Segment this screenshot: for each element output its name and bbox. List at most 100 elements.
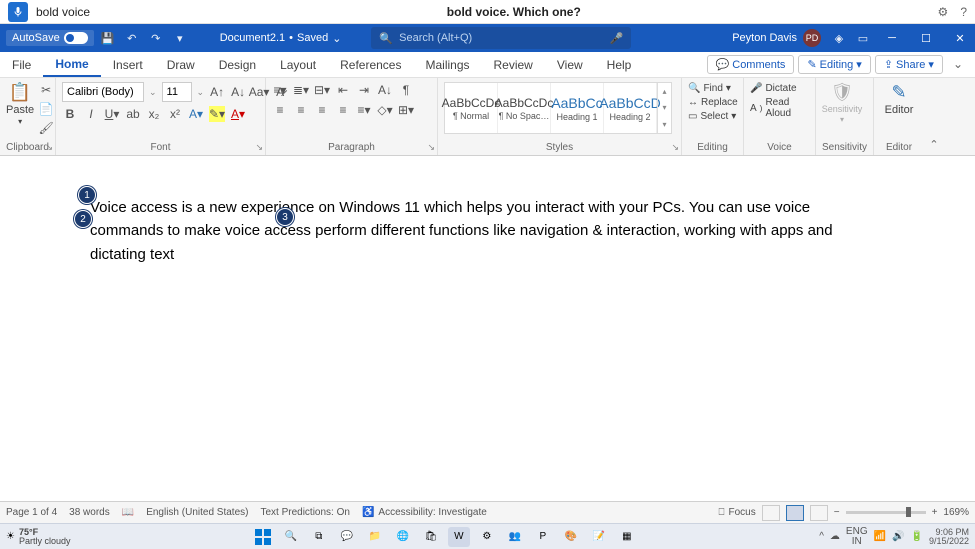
explorer-icon[interactable]: 📁 <box>364 527 386 547</box>
paragraph-dialog-launcher[interactable]: ↘ <box>427 142 435 153</box>
cut-icon[interactable]: ✂ <box>38 82 54 98</box>
tab-help[interactable]: Help <box>595 52 644 77</box>
tab-review[interactable]: Review <box>482 52 545 77</box>
paint-icon[interactable]: 🎨 <box>560 527 582 547</box>
style-normal[interactable]: AaBbCcDc¶ Normal <box>445 83 498 133</box>
document-canvas[interactable]: 1 2 3 Voice access is a new experience o… <box>0 156 975 501</box>
tab-references[interactable]: References <box>328 52 413 77</box>
ribbon-collapse-chevron[interactable]: ⌃ <box>924 78 944 155</box>
replace-button[interactable]: ↔ Replace <box>688 96 738 109</box>
weather-icon[interactable]: ☀ <box>6 531 15 542</box>
tab-draw[interactable]: Draw <box>155 52 207 77</box>
disambiguation-badge-3[interactable]: 3 <box>276 208 294 226</box>
subscript-icon[interactable]: x₂ <box>146 106 162 122</box>
bullets-icon[interactable]: ≡▾ <box>272 82 288 98</box>
align-left-icon[interactable]: ≡ <box>272 102 288 118</box>
qat-more-icon[interactable]: ▾ <box>170 28 190 48</box>
start-button[interactable] <box>252 527 274 547</box>
disambiguation-badge-1[interactable]: 1 <box>78 186 96 204</box>
status-language[interactable]: English (United States) <box>146 507 248 518</box>
clock[interactable]: 9:06 PM 9/15/2022 <box>929 528 969 546</box>
tab-design[interactable]: Design <box>207 52 268 77</box>
language-indicator[interactable]: ENGIN <box>846 527 868 547</box>
comments-button[interactable]: 💬 Comments <box>707 55 795 74</box>
multilevel-icon[interactable]: ⊟▾ <box>314 82 330 98</box>
chat-icon[interactable]: 💬 <box>336 527 358 547</box>
autosave-switch[interactable] <box>64 32 88 44</box>
underline-icon[interactable]: U▾ <box>104 106 120 122</box>
show-marks-icon[interactable]: ¶ <box>398 82 414 98</box>
zoom-out-icon[interactable]: − <box>834 507 840 518</box>
tab-home[interactable]: Home <box>43 52 100 77</box>
justify-icon[interactable]: ≡ <box>335 102 351 118</box>
undo-icon[interactable]: ↶ <box>122 28 142 48</box>
numbering-icon[interactable]: ≣▾ <box>293 82 309 98</box>
strike-icon[interactable]: ab <box>125 106 141 122</box>
status-predictions[interactable]: Text Predictions: On <box>260 507 349 518</box>
increase-indent-icon[interactable]: ⇥ <box>356 82 372 98</box>
search-input[interactable]: 🔍 Search (Alt+Q) 🎤 <box>371 27 631 49</box>
search-task-icon[interactable]: 🔍 <box>280 527 302 547</box>
style-no-spacing[interactable]: AaBbCcDc¶ No Spac… <box>498 83 551 133</box>
zoom-level[interactable]: 169% <box>943 507 969 518</box>
font-dialog-launcher[interactable]: ↘ <box>255 142 263 153</box>
autosave-toggle[interactable]: AutoSave <box>6 30 94 46</box>
word-icon[interactable]: W <box>448 527 470 547</box>
status-page[interactable]: Page 1 of 4 <box>6 507 57 518</box>
styles-expand[interactable]: ▴▾▾ <box>657 83 671 133</box>
document-paragraph[interactable]: Voice access is a new experience on Wind… <box>90 196 885 266</box>
view-print-icon[interactable] <box>786 505 804 521</box>
collapse-ribbon-icon[interactable]: ⌄ <box>947 55 969 74</box>
minimize-button[interactable]: ─ <box>877 24 907 52</box>
status-accessibility[interactable]: ♿ Accessibility: Investigate <box>362 507 487 518</box>
editor-button[interactable]: ✎ Editor <box>880 82 918 116</box>
align-right-icon[interactable]: ≡ <box>314 102 330 118</box>
superscript-icon[interactable]: x² <box>167 106 183 122</box>
voice-settings-icon[interactable]: ⚙ <box>938 5 949 19</box>
disambiguation-badge-2[interactable]: 2 <box>74 210 92 228</box>
select-button[interactable]: ▭ Select ▾ <box>688 110 738 123</box>
powerpoint-icon[interactable]: P <box>532 527 554 547</box>
volume-icon[interactable]: 🔊 <box>892 531 904 542</box>
tray-chevron-icon[interactable]: ^ <box>819 531 824 542</box>
status-words[interactable]: 38 words <box>69 507 110 518</box>
decrease-indent-icon[interactable]: ⇤ <box>335 82 351 98</box>
font-family-select[interactable] <box>62 82 144 102</box>
redo-icon[interactable]: ↷ <box>146 28 166 48</box>
style-heading2[interactable]: AaBbCcDHeading 2 <box>604 83 657 133</box>
app-mode-icon[interactable]: ▭ <box>853 28 873 48</box>
paste-button[interactable]: 📋 Paste ▾ <box>6 82 34 126</box>
italic-icon[interactable]: I <box>83 106 99 122</box>
styles-dialog-launcher[interactable]: ↘ <box>671 142 679 153</box>
task-view-icon[interactable]: ⧉ <box>308 527 330 547</box>
store-icon[interactable]: 🛍 <box>420 527 442 547</box>
grow-font-icon[interactable]: A↑ <box>209 84 225 100</box>
maximize-button[interactable]: ☐ <box>911 24 941 52</box>
font-color-icon[interactable]: A▾ <box>230 106 246 122</box>
voice-mic-icon[interactable] <box>8 2 28 22</box>
share-button[interactable]: ⇪ Share ▾ <box>875 55 943 74</box>
style-heading1[interactable]: AaBbCcHeading 1 <box>551 83 604 133</box>
styles-gallery[interactable]: AaBbCcDc¶ Normal AaBbCcDc¶ No Spac… AaBb… <box>444 82 672 134</box>
diamond-icon[interactable]: ◈ <box>829 28 849 48</box>
tab-view[interactable]: View <box>545 52 595 77</box>
shrink-font-icon[interactable]: A↓ <box>230 84 246 100</box>
read-aloud-button[interactable]: A) Read Aloud <box>750 96 809 120</box>
voice-help-icon[interactable]: ? <box>960 5 967 19</box>
weather-widget[interactable]: 75°F Partly cloudy <box>19 528 71 546</box>
tab-file[interactable]: File <box>0 52 43 77</box>
status-spellcheck-icon[interactable]: 📖 <box>122 507 134 518</box>
view-read-icon[interactable] <box>762 505 780 521</box>
change-case-icon[interactable]: Aa▾ <box>251 84 267 100</box>
settings-task-icon[interactable]: ⚙ <box>476 527 498 547</box>
tab-layout[interactable]: Layout <box>268 52 328 77</box>
text-effects-icon[interactable]: A▾ <box>188 106 204 122</box>
bold-icon[interactable]: B <box>62 106 78 122</box>
copy-icon[interactable]: 📄 <box>38 101 54 117</box>
clipboard-dialog-launcher[interactable]: ↘ <box>45 142 53 153</box>
dictate-button[interactable]: 🎤 Dictate <box>750 82 809 95</box>
zoom-in-icon[interactable]: + <box>932 507 938 518</box>
view-web-icon[interactable] <box>810 505 828 521</box>
search-mic-icon[interactable]: 🎤 <box>610 32 624 45</box>
focus-mode-button[interactable]: ⎕ Focus <box>719 507 756 518</box>
